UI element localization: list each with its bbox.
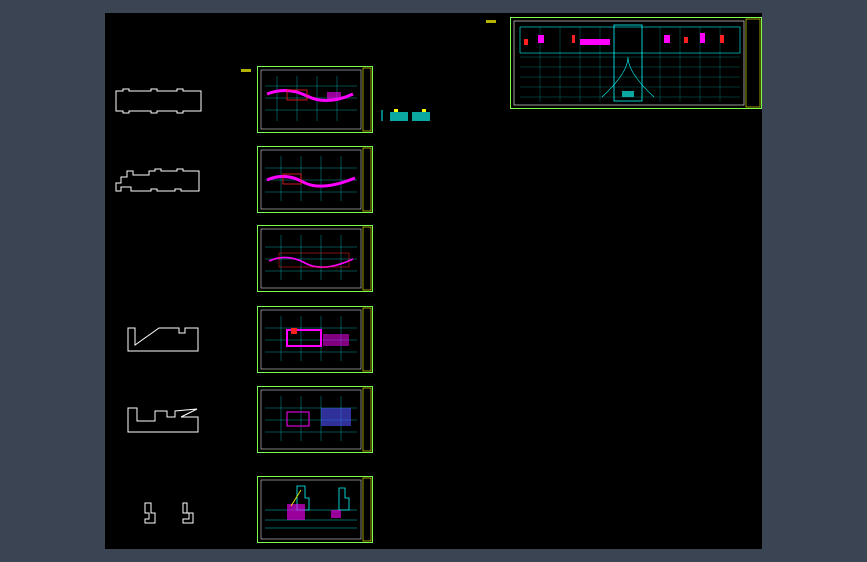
drawing-sheet-6-section[interactable] bbox=[257, 476, 373, 543]
sheet-1-tag bbox=[241, 69, 251, 72]
large-sheet-tag bbox=[486, 20, 496, 23]
large-site-plan-sheet[interactable] bbox=[510, 17, 762, 109]
drawing-sheet-2[interactable] bbox=[257, 146, 373, 213]
building-outline-4[interactable] bbox=[125, 405, 205, 435]
drawing-sheet-4[interactable] bbox=[257, 306, 373, 373]
drawing-canvas[interactable] bbox=[105, 13, 762, 549]
block-references[interactable] bbox=[381, 107, 433, 123]
building-outline-1[interactable] bbox=[111, 85, 207, 117]
drawing-sheet-5[interactable] bbox=[257, 386, 373, 453]
building-outline-3[interactable] bbox=[125, 325, 205, 355]
drawing-sheet-3[interactable] bbox=[257, 225, 373, 292]
building-outline-2[interactable] bbox=[111, 165, 207, 197]
detail-outline-pair[interactable] bbox=[135, 501, 199, 531]
drawing-sheet-1[interactable] bbox=[257, 66, 373, 133]
